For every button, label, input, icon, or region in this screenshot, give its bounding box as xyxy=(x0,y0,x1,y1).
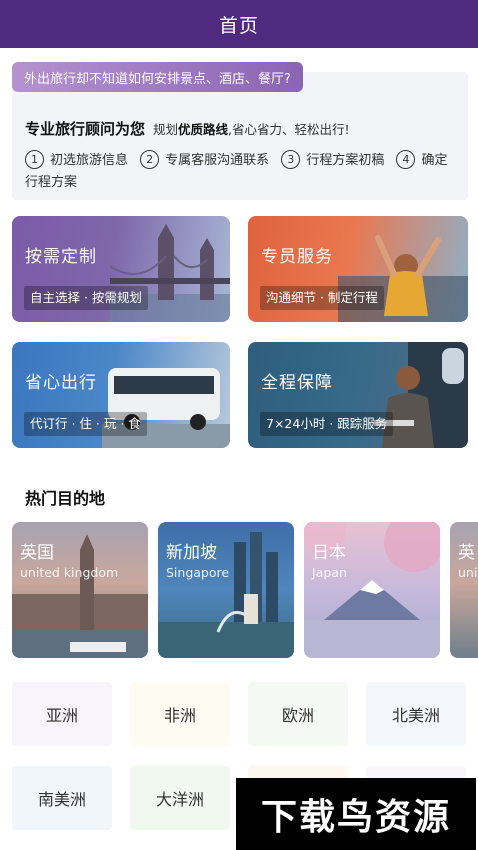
service-card-custom[interactable]: 按需定制 自主选择 · 按需规划 xyxy=(12,216,230,322)
service-card-worry-free[interactable]: 省心出行 代订行 · 住 · 玩 · 食 xyxy=(12,342,230,448)
card-title: 专员服务 xyxy=(261,247,333,267)
destination-card-uk[interactable]: 英国 united kingdom xyxy=(12,522,148,658)
intro-headline: 专业旅行顾问为您 规划优质路线,省心省力、轻松出行! xyxy=(25,118,350,139)
region-tile-north-america[interactable]: 北美洲 xyxy=(366,682,466,746)
process-steps: 1 初选旅游信息 2 专属客服沟通联系 3 行程方案初稿 4 确定行程方案 xyxy=(25,150,455,194)
top-nav-bar: 首页 xyxy=(0,0,478,48)
destination-english: uni xyxy=(458,565,478,580)
destination-name: 新加坡 xyxy=(166,543,217,563)
card-subtitle: 沟通细节 · 制定行程 xyxy=(260,286,384,310)
destination-card-singapore[interactable]: 新加坡 Singapore xyxy=(158,522,294,658)
card-title: 按需定制 xyxy=(25,247,97,267)
card-subtitle: 代订行 · 住 · 玩 · 食 xyxy=(24,412,147,436)
destination-card-japan[interactable]: 日本 Japan xyxy=(304,522,440,658)
watermark-text: 下载鸟资源 xyxy=(260,797,451,838)
intro-banner: 外出旅行却不知道如何安排景点、酒店、餐厅? xyxy=(12,62,303,92)
region-tile-asia[interactable]: 亚洲 xyxy=(12,682,112,746)
page-title: 首页 xyxy=(218,14,259,37)
destination-name: 日本 xyxy=(312,543,346,563)
service-card-guarantee[interactable]: 全程保障 7×24小时 · 跟踪服务 xyxy=(248,342,468,448)
step-2: 2 专属客服沟通联系 xyxy=(140,150,269,169)
destination-name: 英国 xyxy=(20,543,54,563)
service-card-specialist[interactable]: 专员服务 沟通细节 · 制定行程 xyxy=(248,216,468,322)
destination-english: united kingdom xyxy=(20,565,119,580)
step-1: 1 初选旅游信息 xyxy=(25,150,128,169)
region-tile-oceania[interactable]: 大洋洲 xyxy=(130,766,230,830)
step-3: 3 行程方案初稿 xyxy=(281,150,384,169)
card-title: 省心出行 xyxy=(25,373,97,393)
region-tile-europe[interactable]: 欧洲 xyxy=(248,682,348,746)
destination-card-partial[interactable]: 英 uni xyxy=(450,522,478,658)
step-number: 1 xyxy=(25,150,44,169)
card-subtitle: 7×24小时 · 跟踪服务 xyxy=(260,412,394,436)
card-subtitle: 自主选择 · 按需规划 xyxy=(24,286,148,310)
step-number: 4 xyxy=(396,150,416,169)
destination-name: 英 xyxy=(458,543,475,563)
headline-subtext: 规划优质路线,省心省力、轻松出行! xyxy=(153,122,350,137)
destination-english: Japan xyxy=(312,565,347,580)
step-number: 3 xyxy=(281,150,301,169)
watermark-overlay: 下载鸟资源 xyxy=(236,778,476,850)
section-title-destinations: 热门目的地 xyxy=(25,489,106,508)
region-tile-africa[interactable]: 非洲 xyxy=(130,682,230,746)
destination-english: Singapore xyxy=(166,565,230,580)
step-number: 2 xyxy=(140,150,160,169)
headline-text: 专业旅行顾问为您 xyxy=(25,120,146,138)
region-tile-south-america[interactable]: 南美洲 xyxy=(12,766,112,830)
card-title: 全程保障 xyxy=(261,373,333,393)
